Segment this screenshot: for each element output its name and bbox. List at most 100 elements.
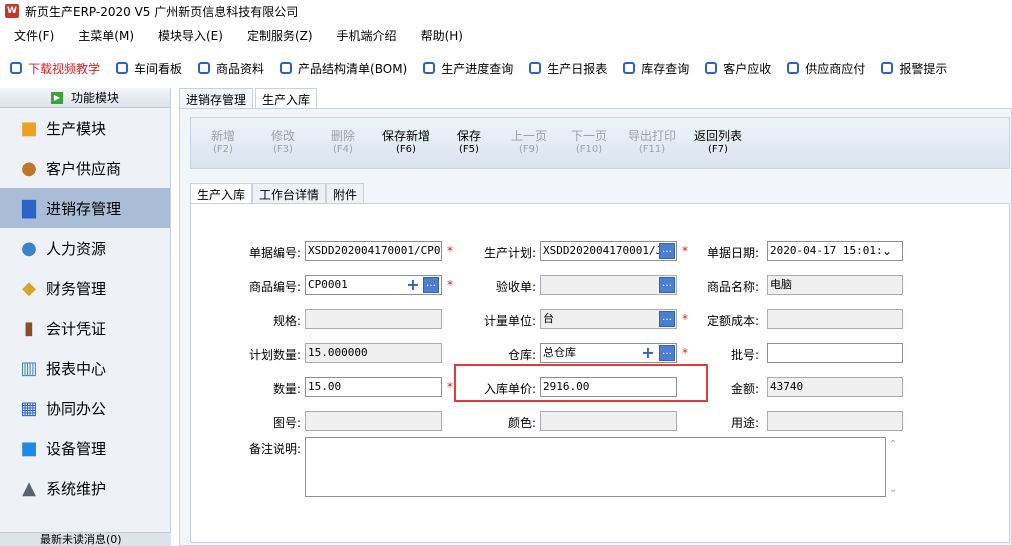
- quick-progress-query[interactable]: 生产进度查询: [423, 60, 513, 77]
- sidebar-item-system[interactable]: ▲ 系统维护: [0, 468, 170, 508]
- qty-field[interactable]: 15.00: [305, 377, 442, 397]
- amount-field[interactable]: 43740: [767, 377, 903, 397]
- main-area: 进销存管理 生产入库 新增 (F2) 修改 (F3) 删除 (F4) 保存新增 (F6)…: [173, 88, 1012, 546]
- bar-chart-icon: ▇: [22, 197, 36, 219]
- prev-page-button[interactable]: 上一页 (F9): [501, 129, 557, 157]
- unit-price-field[interactable]: 2916.00: [540, 377, 677, 397]
- edit-button[interactable]: 修改 (F3): [255, 129, 311, 157]
- color-label: 颜色:: [507, 416, 536, 430]
- calendar-icon: ▦: [20, 397, 38, 419]
- acceptance-label: 验收单:: [495, 280, 536, 294]
- quick-customer-receivable[interactable]: 客户应收: [705, 60, 771, 77]
- sidebar-item-customer-supplier[interactable]: ● 客户供应商: [0, 148, 170, 188]
- plan-qty-field[interactable]: 15.000000: [305, 343, 442, 363]
- quick-inventory-query[interactable]: 库存查询: [623, 60, 689, 77]
- scroll-up-icon[interactable]: ⌃: [889, 439, 897, 450]
- scroll-down-icon[interactable]: ⌄: [889, 484, 897, 495]
- sidebar-header[interactable]: ▶ 功能模块: [0, 88, 170, 108]
- checkbox-icon: [529, 62, 542, 74]
- product-name-label: 商品名称:: [706, 280, 759, 294]
- drawing-label: 图号:: [272, 416, 301, 430]
- unit-price-label: 入库单价:: [483, 382, 536, 396]
- menu-custom-service[interactable]: 定制服务(Z): [233, 27, 323, 44]
- sidebar-item-reports[interactable]: ▥ 报表中心: [0, 348, 170, 388]
- warehouse-label: 仓库:: [507, 348, 536, 362]
- new-button[interactable]: 新增 (F2): [195, 129, 251, 157]
- spec-field[interactable]: [305, 309, 442, 329]
- checkbox-icon: [423, 62, 436, 74]
- product-name-field[interactable]: 电脑: [767, 275, 903, 295]
- checkbox-icon: [705, 62, 718, 74]
- sidebar-item-production[interactable]: ■ 生产模块: [0, 108, 170, 148]
- spec-label: 规格:: [272, 314, 301, 328]
- folder-icon: ■: [20, 117, 38, 139]
- sidebar-item-inventory[interactable]: ▇ 进销存管理: [0, 188, 170, 228]
- quick-toolbar: 下载视频教学 车间看板 商品资料 产品结构清单(BOM) 生产进度查询 生产日报…: [0, 56, 1012, 80]
- color-field[interactable]: [540, 411, 677, 431]
- checkbox-icon: [10, 62, 22, 74]
- money-icon: ◆: [22, 277, 36, 299]
- quick-workshop-board[interactable]: 车间看板: [116, 60, 182, 77]
- warehouse-field[interactable]: 总仓库: [540, 343, 677, 363]
- menu-main[interactable]: 主菜单(M): [64, 27, 144, 44]
- delete-button[interactable]: 删除 (F4): [315, 129, 371, 157]
- amount-label: 金额:: [730, 382, 759, 396]
- sidebar-item-office[interactable]: ▦ 协同办公: [0, 388, 170, 428]
- sidebar-item-accounting[interactable]: ▮ 会计凭证: [0, 308, 170, 348]
- checkbox-icon: [881, 62, 894, 74]
- menu-module-import[interactable]: 模块导入(E): [144, 27, 233, 44]
- quick-supplier-payable[interactable]: 供应商应付: [787, 60, 865, 77]
- unread-messages[interactable]: 最新未读消息(0): [0, 532, 171, 546]
- book-icon: ▮: [24, 317, 34, 339]
- tab-inventory-management[interactable]: 进销存管理: [179, 88, 254, 108]
- batch-label: 批号:: [730, 348, 759, 362]
- plan-field[interactable]: XSDD202004170001/JHD: [540, 241, 677, 261]
- menu-file[interactable]: 文件(F): [0, 27, 64, 44]
- person-icon: ●: [21, 237, 37, 259]
- form-tabs: 生产入库 工作台详情 附件: [190, 183, 365, 203]
- save-and-new-button[interactable]: 保存新增 (F6): [375, 129, 437, 157]
- tab-attachments[interactable]: 附件: [326, 183, 365, 203]
- chevron-down-icon[interactable]: ⌄: [882, 244, 892, 258]
- menu-help[interactable]: 帮助(H): [407, 27, 473, 44]
- document-tabs: 进销存管理 生产入库: [179, 88, 319, 108]
- plan-label: 生产计划:: [483, 246, 536, 260]
- form-area: 单据编号: XSDD202004170001/CP001 * 生产计划: XSD…: [190, 203, 1010, 543]
- checkbox-icon: [198, 62, 211, 74]
- remark-textarea[interactable]: [305, 437, 886, 497]
- quota-cost-field[interactable]: [767, 309, 903, 329]
- save-button[interactable]: 保存 (F5): [441, 129, 497, 157]
- title-bar: W 新页生产ERP-2020 V5 广州新页信息科技有限公司: [0, 0, 1012, 22]
- people-icon: ●: [21, 157, 37, 179]
- add-icon[interactable]: +: [641, 345, 655, 361]
- batch-field[interactable]: [767, 343, 903, 363]
- menu-mobile-intro[interactable]: 手机端介绍: [323, 27, 407, 44]
- acceptance-field[interactable]: [540, 275, 677, 295]
- next-page-button[interactable]: 下一页 (F10): [561, 129, 617, 157]
- usage-label: 用途:: [730, 416, 759, 430]
- windows-icon: ■: [20, 437, 38, 459]
- quick-bom[interactable]: 产品结构清单(BOM): [280, 60, 407, 77]
- sidebar-item-hr[interactable]: ● 人力资源: [0, 228, 170, 268]
- quick-video-tutorial[interactable]: 下载视频教学: [10, 60, 100, 77]
- tab-production-inbound-form[interactable]: 生产入库: [190, 183, 253, 203]
- quick-alerts[interactable]: 报警提示: [881, 60, 947, 77]
- quick-product-info[interactable]: 商品资料: [198, 60, 264, 77]
- usage-field[interactable]: [767, 411, 903, 431]
- checkbox-icon: [116, 62, 129, 74]
- tab-production-inbound[interactable]: 生产入库: [255, 88, 318, 108]
- add-icon[interactable]: +: [406, 277, 420, 293]
- unit-field[interactable]: 台: [540, 309, 677, 329]
- drawing-field[interactable]: [305, 411, 442, 431]
- report-icon: ▥: [20, 357, 38, 379]
- quick-daily-report[interactable]: 生产日报表: [529, 60, 607, 77]
- sidebar-item-finance[interactable]: ◆ 财务管理: [0, 268, 170, 308]
- sidebar: ▶ 功能模块 ■ 生产模块 ● 客户供应商 ▇ 进销存管理 ● 人力资源 ◆ 财务管理 ▮…: [0, 88, 171, 546]
- tab-workbench-details[interactable]: 工作台详情: [252, 183, 327, 203]
- return-list-button[interactable]: 返回列表 (F7): [687, 129, 749, 157]
- export-print-button[interactable]: 导出打印 (F11): [621, 129, 683, 157]
- sidebar-item-equipment[interactable]: ■ 设备管理: [0, 428, 170, 468]
- lock-icon: ▲: [22, 477, 36, 499]
- doc-no-field[interactable]: XSDD202004170001/CP001: [305, 241, 442, 261]
- product-no-field[interactable]: CP0001: [305, 275, 442, 295]
